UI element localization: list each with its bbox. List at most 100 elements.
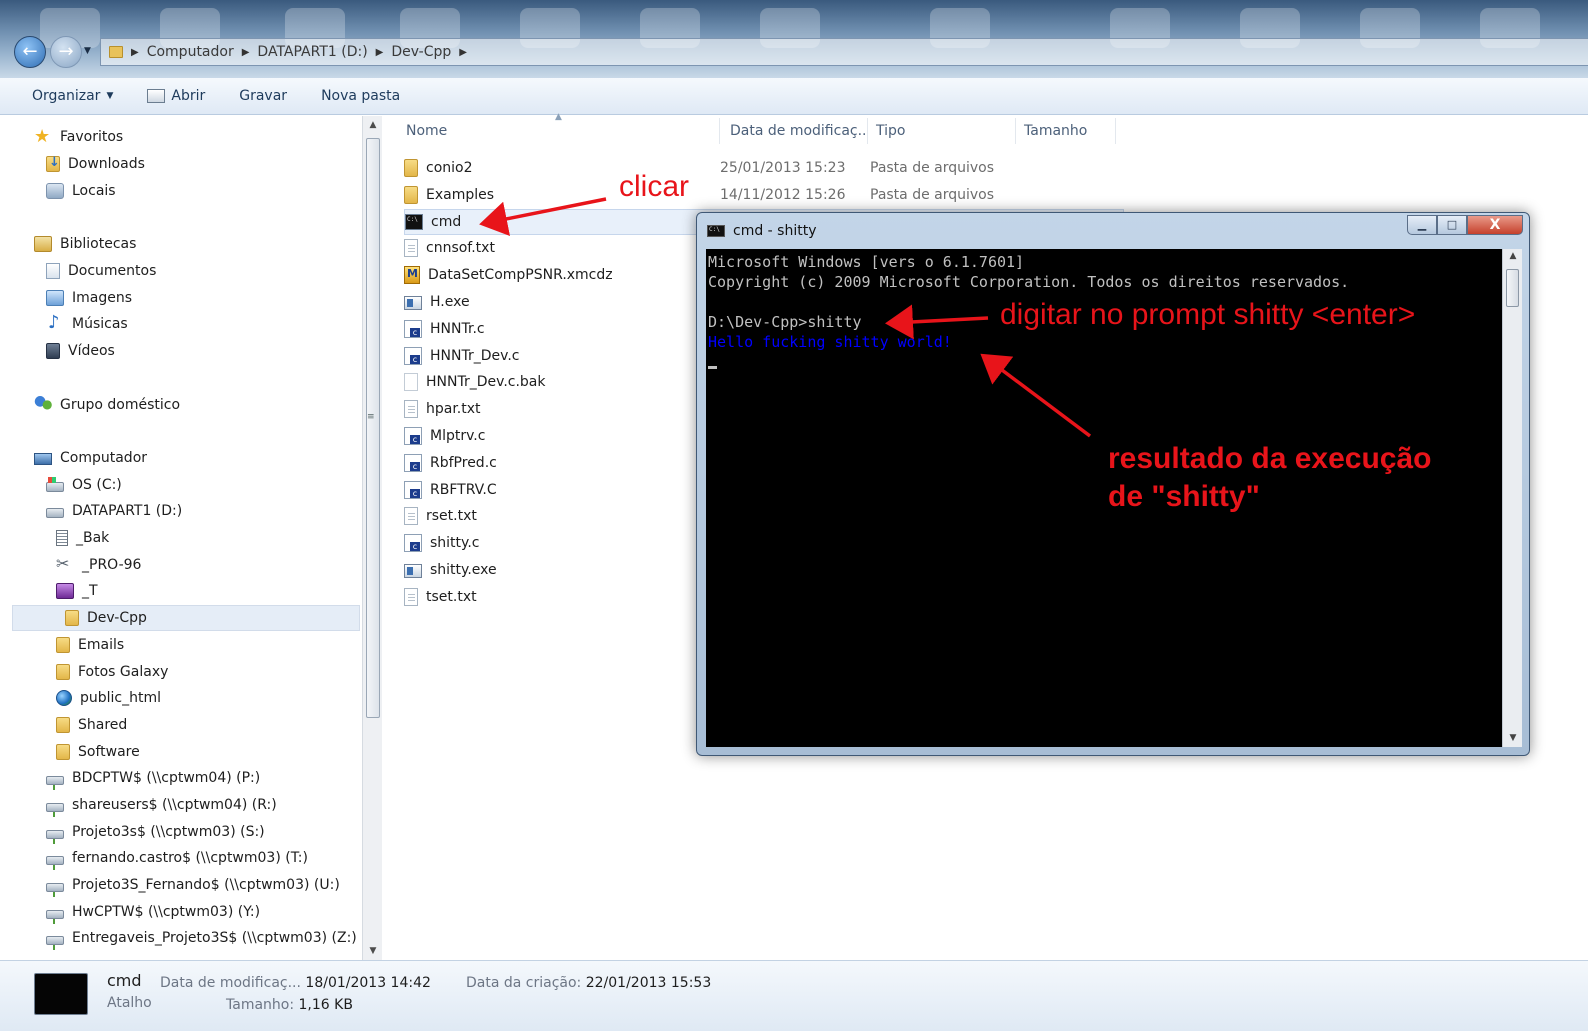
forward-button[interactable]: →: [50, 36, 82, 68]
open-button[interactable]: Abrir: [147, 88, 205, 104]
details-created-value: 22/01/2013 15:53: [585, 975, 712, 991]
nav-images[interactable]: Imagens: [46, 285, 132, 311]
homegroup-icon: [34, 393, 52, 413]
nav-folder-devcpp[interactable]: Dev-Cpp: [12, 605, 360, 631]
breadcrumb-datapart[interactable]: DATAPART1 (D:): [257, 44, 367, 60]
nav-network-drive-y[interactable]: HwCPTW$ (\\cptwm03) (Y:): [46, 899, 260, 925]
nav-folder-emails[interactable]: Emails: [56, 632, 124, 658]
details-file-name: cmd: [107, 971, 142, 990]
music-note-icon: [46, 312, 64, 333]
folder-icon: [56, 744, 70, 760]
file-row[interactable]: conio2 25/01/2013 15:23 Pasta de arquivos: [404, 155, 1124, 181]
navigation-scrollbar[interactable]: ▲ ≡ ▼: [362, 116, 382, 960]
nav-places[interactable]: Locais: [46, 178, 116, 204]
maximize-icon: □: [1446, 218, 1458, 231]
breadcrumb-chevron-icon[interactable]: ▶: [459, 47, 467, 58]
nav-label: Bibliotecas: [60, 236, 137, 252]
new-folder-button[interactable]: Nova pasta: [321, 88, 400, 104]
column-header-name[interactable]: Nome: [390, 118, 720, 144]
cmd-shortcut-icon: [405, 213, 423, 230]
recent-pages-dropdown[interactable]: ▼: [84, 46, 91, 56]
nav-folder-fotos[interactable]: Fotos Galaxy: [56, 659, 168, 685]
back-button[interactable]: ←: [14, 36, 46, 68]
file-name-cell: HNNTr_Dev.c: [404, 346, 720, 365]
close-button[interactable]: X: [1467, 215, 1523, 235]
video-icon: [46, 343, 60, 359]
cmd-window-icon: [707, 225, 725, 237]
nav-network-drive-z[interactable]: Entregaveis_Projeto3S$ (\\cptwm03) (Z:): [46, 925, 357, 951]
details-file-kind: Atalho: [107, 995, 152, 1011]
nav-label: Emails: [78, 637, 125, 653]
burn-button[interactable]: Gravar: [239, 88, 287, 104]
breadcrumb-chevron-icon[interactable]: ▶: [131, 47, 139, 58]
nav-downloads[interactable]: Downloads: [46, 151, 145, 177]
minimize-icon: ▁: [1417, 218, 1427, 231]
window-icon: [147, 89, 166, 103]
library-icon: [34, 236, 52, 252]
burn-label: Gravar: [239, 88, 288, 104]
file-name-cell: HNNTr.c: [404, 319, 720, 338]
column-headers: Nome Data de modificaç... Tipo Tamanho: [390, 118, 1116, 144]
nav-videos[interactable]: Vídeos: [46, 338, 115, 364]
scroll-down-icon[interactable]: ▼: [363, 946, 383, 956]
file-name: HNNTr_Dev.c.bak: [426, 374, 546, 391]
nav-documents[interactable]: Documentos: [46, 258, 156, 284]
nav-network-drive-t[interactable]: fernando.castro$ (\\cptwm03) (T:): [46, 845, 308, 871]
nav-folder-public-html[interactable]: public_html: [56, 685, 161, 711]
maximize-button[interactable]: □: [1437, 215, 1467, 235]
command-bar: Organizar ▼ Abrir Gravar Nova pasta: [0, 78, 1588, 115]
nav-music[interactable]: Músicas: [46, 311, 128, 337]
cmd-titlebar[interactable]: cmd - shitty: [707, 223, 817, 239]
column-header-size[interactable]: Tamanho: [1016, 118, 1116, 144]
file-type: Pasta de arquivos: [870, 160, 995, 176]
scroll-down-icon[interactable]: ▼: [1503, 733, 1523, 743]
details-modified-value: 18/01/2013 14:42: [305, 975, 431, 991]
nav-folder-software[interactable]: Software: [56, 739, 140, 765]
organize-button[interactable]: Organizar ▼: [32, 88, 113, 104]
nav-network-drive-u[interactable]: Projeto3S_Fernando$ (\\cptwm03) (U:): [46, 872, 340, 898]
scroll-up-icon[interactable]: ▲: [1503, 251, 1523, 261]
file-row[interactable]: Examples 14/11/2012 15:26 Pasta de arquivo…: [404, 182, 1124, 208]
breadcrumb-computador[interactable]: Computador: [147, 44, 234, 60]
network-drive-icon: [46, 829, 64, 844]
nav-drive-c[interactable]: OS (C:): [46, 472, 122, 498]
nav-folder-t[interactable]: _T: [56, 578, 98, 604]
breadcrumb-chevron-icon[interactable]: ▶: [242, 47, 250, 58]
nav-favorites[interactable]: Favoritos: [34, 124, 123, 150]
file-name-cell: H.exe: [404, 294, 720, 310]
nav-computer[interactable]: Computador: [34, 445, 147, 471]
nav-network-drive-p[interactable]: BDCPTW$ (\\cptwm04) (P:): [46, 765, 260, 791]
scrollbar-thumb[interactable]: [366, 138, 380, 718]
file-name: DataSetCompPSNR.xmcdz: [428, 267, 613, 284]
nav-folder-shared[interactable]: Shared: [56, 712, 127, 738]
nav-network-drive-r[interactable]: shareusers$ (\\cptwm04) (R:): [46, 792, 277, 818]
nav-label: fernando.castro$ (\\cptwm03) (T:): [72, 850, 308, 866]
nav-libraries[interactable]: Bibliotecas: [34, 231, 136, 257]
scrollbar-thumb[interactable]: [1506, 269, 1519, 307]
breadcrumb-chevron-icon[interactable]: ▶: [376, 47, 384, 58]
text-file-icon: [404, 239, 418, 258]
file-name: hpar.txt: [426, 401, 481, 418]
scroll-up-icon[interactable]: ▲: [363, 120, 383, 130]
window-titlebar: ← → ▼ ▶ Computador ▶ DATAPART1 (D:) ▶ De…: [0, 0, 1588, 78]
text-file-icon: [404, 400, 418, 419]
column-header-date[interactable]: Data de modificaç...: [720, 118, 868, 144]
file-name-cell: shitty.c: [404, 534, 720, 553]
network-drive-icon: [46, 775, 64, 790]
cmd-scrollbar[interactable]: ▲ ▼: [1502, 249, 1522, 747]
breadcrumb-devcpp[interactable]: Dev-Cpp: [391, 44, 451, 60]
nav-folder-pro96[interactable]: _PRO-96: [56, 552, 141, 578]
minimize-button[interactable]: ▁: [1407, 215, 1437, 235]
nav-network-drive-s[interactable]: Projeto3s$ (\\cptwm03) (S:): [46, 819, 265, 845]
exe-file-icon: [404, 564, 422, 578]
nav-label: BDCPTW$ (\\cptwm04) (P:): [72, 770, 261, 786]
nav-label: shareusers$ (\\cptwm04) (R:): [72, 797, 277, 813]
nav-homegroup[interactable]: Grupo doméstico: [34, 392, 180, 418]
c-file-icon: [404, 346, 422, 365]
column-header-type[interactable]: Tipo: [868, 118, 1016, 144]
nav-folder-bak[interactable]: _Bak: [56, 525, 109, 551]
nav-label: Favoritos: [60, 129, 124, 145]
nav-drive-d[interactable]: DATAPART1 (D:): [46, 498, 182, 524]
console-line-copyright: Copyright (c) 2009 Microsoft Corporation…: [708, 273, 1350, 291]
address-bar[interactable]: ▶ Computador ▶ DATAPART1 (D:) ▶ Dev-Cpp …: [100, 38, 1588, 66]
